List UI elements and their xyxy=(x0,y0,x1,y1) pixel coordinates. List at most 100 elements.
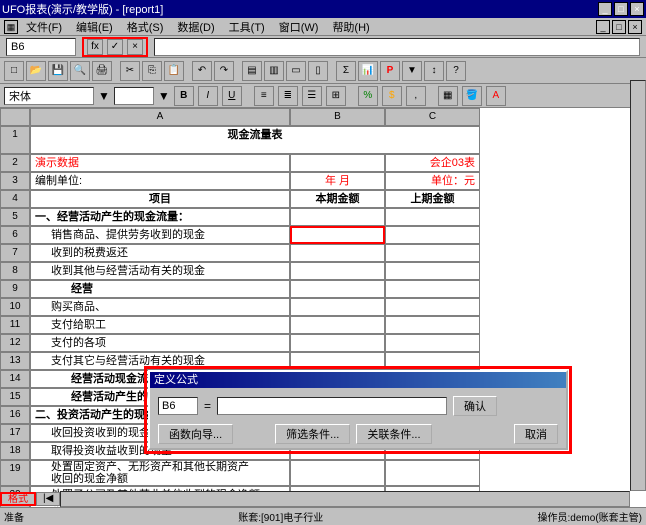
insert-row-icon[interactable]: ▤ xyxy=(242,61,262,81)
row-header[interactable]: 17 xyxy=(0,424,30,442)
row-header[interactable]: 6 xyxy=(0,226,30,244)
comma-icon[interactable]: , xyxy=(406,86,426,106)
app-icon[interactable]: ▦ xyxy=(4,20,18,34)
cell[interactable]: 一、经营活动产生的现金流量： xyxy=(30,208,290,226)
border-icon[interactable]: ▦ xyxy=(438,86,458,106)
menu-format[interactable]: 格式(S) xyxy=(121,18,170,36)
corner-cell[interactable] xyxy=(0,108,30,126)
report-title[interactable]: 现金流量表 xyxy=(30,126,480,154)
new-icon[interactable]: □ xyxy=(4,61,24,81)
dialog-cancel-button[interactable]: 取消 xyxy=(514,424,558,444)
cell[interactable]: 经营 xyxy=(30,280,290,298)
relate-condition-button[interactable]: 关联条件... xyxy=(356,424,431,444)
cell[interactable] xyxy=(290,262,385,280)
cell[interactable]: 上期金额 xyxy=(385,190,480,208)
row-header[interactable]: 12 xyxy=(0,334,30,352)
p-icon[interactable]: P xyxy=(380,61,400,81)
cell[interactable]: 支付其它与经营活动有关的现金 xyxy=(30,352,290,370)
dropdown-icon[interactable]: ▼ xyxy=(158,89,170,103)
font-name-select[interactable]: 宋体 xyxy=(4,87,94,105)
delete-row-icon[interactable]: ▭ xyxy=(286,61,306,81)
cancel-fx-button[interactable]: × xyxy=(127,39,143,55)
cell[interactable] xyxy=(385,226,480,244)
italic-icon[interactable]: I xyxy=(198,86,218,106)
help-icon[interactable]: ? xyxy=(446,61,466,81)
row-header[interactable]: 4 xyxy=(0,190,30,208)
col-header-b[interactable]: B xyxy=(290,108,385,126)
menu-file[interactable]: 文件(F) xyxy=(20,18,68,36)
font-size-select[interactable] xyxy=(114,87,154,105)
fx-button[interactable]: fx xyxy=(87,39,103,55)
confirm-button[interactable]: ✓ xyxy=(107,39,123,55)
cell[interactable]: 项目 xyxy=(30,190,290,208)
doc-minimize-button[interactable]: _ xyxy=(596,20,610,34)
row-header[interactable]: 8 xyxy=(0,262,30,280)
filter-icon[interactable]: ▼ xyxy=(402,61,422,81)
cell-reference[interactable]: B6 xyxy=(6,38,76,56)
cell[interactable]: 编制单位: xyxy=(30,172,290,190)
dialog-formula-input[interactable] xyxy=(217,397,447,415)
menu-window[interactable]: 窗口(W) xyxy=(273,18,325,36)
cell[interactable]: 单位：元 xyxy=(385,172,480,190)
cell[interactable] xyxy=(385,460,480,486)
cell[interactable] xyxy=(290,316,385,334)
cell[interactable] xyxy=(385,208,480,226)
chart-icon[interactable]: 📊 xyxy=(358,61,378,81)
align-left-icon[interactable]: ≡ xyxy=(254,86,274,106)
row-header[interactable]: 16 xyxy=(0,406,30,424)
cell[interactable] xyxy=(290,280,385,298)
row-header[interactable]: 11 xyxy=(0,316,30,334)
cell[interactable]: 支付给职工 xyxy=(30,316,290,334)
row-header[interactable]: 5 xyxy=(0,208,30,226)
row-header[interactable]: 3 xyxy=(0,172,30,190)
row-header[interactable]: 1 xyxy=(0,126,30,154)
cell[interactable]: 处置固定资产、无形资产和其他长期资产收回的现金净额 xyxy=(30,460,290,486)
sort-icon[interactable]: ↕ xyxy=(424,61,444,81)
cell[interactable]: 购买商品、 xyxy=(30,298,290,316)
cell[interactable] xyxy=(385,316,480,334)
row-header[interactable]: 19 xyxy=(0,460,30,486)
cell[interactable] xyxy=(385,244,480,262)
cell[interactable] xyxy=(385,280,480,298)
cell[interactable]: 收到其他与经营活动有关的现金 xyxy=(30,262,290,280)
row-header[interactable]: 14 xyxy=(0,370,30,388)
fill-color-icon[interactable]: 🪣 xyxy=(462,86,482,106)
delete-col-icon[interactable]: ▯ xyxy=(308,61,328,81)
row-header[interactable]: 10 xyxy=(0,298,30,316)
cell[interactable] xyxy=(385,352,480,370)
doc-close-button[interactable]: × xyxy=(628,20,642,34)
cell[interactable] xyxy=(290,244,385,262)
cell[interactable] xyxy=(385,262,480,280)
row-header[interactable]: 18 xyxy=(0,442,30,460)
filter-condition-button[interactable]: 筛选条件... xyxy=(275,424,350,444)
row-header[interactable]: 2 xyxy=(0,154,30,172)
cell[interactable] xyxy=(290,334,385,352)
save-icon[interactable]: 💾 xyxy=(48,61,68,81)
cut-icon[interactable]: ✂ xyxy=(120,61,140,81)
cell[interactable] xyxy=(290,352,385,370)
merge-icon[interactable]: ⊞ xyxy=(326,86,346,106)
dialog-ok-button[interactable]: 确认 xyxy=(453,396,497,416)
copy-icon[interactable]: ⎘ xyxy=(142,61,162,81)
menu-tools[interactable]: 工具(T) xyxy=(223,18,271,36)
underline-icon[interactable]: U xyxy=(222,86,242,106)
row-header[interactable]: 13 xyxy=(0,352,30,370)
format-tab[interactable]: 格式 xyxy=(0,492,36,506)
close-button[interactable]: × xyxy=(630,2,644,16)
align-center-icon[interactable]: ≣ xyxy=(278,86,298,106)
col-header-c[interactable]: C xyxy=(385,108,480,126)
menu-edit[interactable]: 编辑(E) xyxy=(70,18,119,36)
row-header[interactable]: 15 xyxy=(0,388,30,406)
cell[interactable] xyxy=(385,334,480,352)
cell[interactable] xyxy=(385,298,480,316)
cell[interactable]: 本期金额 xyxy=(290,190,385,208)
col-header-a[interactable]: A xyxy=(30,108,290,126)
function-wizard-button[interactable]: 函数向导... xyxy=(158,424,233,444)
cell[interactable]: 会企03表 xyxy=(385,154,480,172)
minimize-button[interactable]: _ xyxy=(598,2,612,16)
cell[interactable]: 收到的税费返还 xyxy=(30,244,290,262)
sum-icon[interactable]: Σ xyxy=(336,61,356,81)
dropdown-icon[interactable]: ▼ xyxy=(98,89,110,103)
insert-col-icon[interactable]: ▥ xyxy=(264,61,284,81)
font-color-icon[interactable]: A xyxy=(486,86,506,106)
